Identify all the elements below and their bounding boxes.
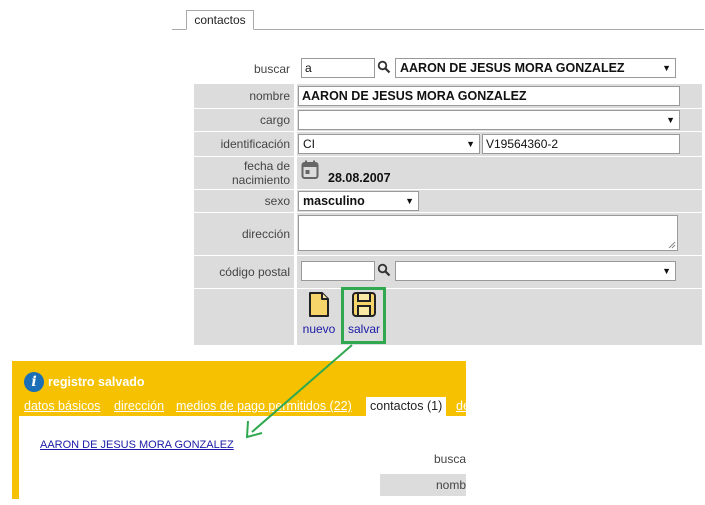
fecha-label-line1: fecha de [243, 159, 290, 173]
chevron-down-icon: ▼ [662, 266, 671, 276]
save-label: salvar [347, 322, 380, 336]
search-input[interactable]: a [301, 58, 375, 78]
tab-medios-de-pago[interactable]: medios de pago permitidos (22) [176, 399, 352, 413]
saved-message: registro salvado [48, 375, 145, 389]
id-number-input[interactable]: V19564360-2 [482, 134, 680, 154]
info-icon: i [24, 372, 44, 392]
fecha-label-line2: nacimiento [231, 173, 290, 187]
direccion-textarea[interactable] [298, 215, 678, 251]
codigo-postal-select[interactable]: ▼ [395, 261, 676, 281]
save-button[interactable]: salvar [344, 291, 384, 336]
panel-nombre-label: nomb [380, 474, 466, 496]
cargo-select[interactable]: ▼ [298, 110, 680, 130]
chevron-down-icon: ▼ [666, 115, 675, 125]
birth-date-value: 28.08.2007 [328, 171, 391, 185]
tab-direccion[interactable]: dirección [114, 399, 164, 413]
search-icon[interactable] [377, 263, 391, 277]
toolbar-label-cell [194, 289, 294, 345]
fecha-label: fecha de nacimiento [194, 157, 294, 189]
sexo-label: sexo [194, 190, 294, 212]
codigo-postal-input[interactable] [301, 261, 375, 281]
codigo-postal-label: código postal [194, 256, 294, 288]
nombre-input[interactable]: AARON DE JESUS MORA GONZALEZ [298, 86, 680, 106]
sexo-value: masculino [303, 194, 365, 208]
panel-buscar-label: busca [433, 452, 466, 466]
contact-search-value: AARON DE JESUS MORA GONZALEZ [400, 61, 625, 75]
new-label: nuevo [302, 322, 336, 336]
chevron-down-icon: ▼ [466, 139, 475, 149]
tab-contactos[interactable]: contactos [186, 10, 254, 30]
chevron-down-icon: ▼ [405, 196, 414, 206]
search-icon[interactable] [377, 60, 391, 74]
contact-link[interactable]: AARON DE JESUS MORA GONZALEZ [40, 439, 234, 451]
new-document-icon [309, 292, 329, 317]
tab-contactos-active[interactable]: contactos (1) [366, 397, 447, 416]
save-disk-icon [352, 292, 376, 317]
id-type-value: CI [303, 137, 315, 151]
resize-handle-icon[interactable] [668, 241, 676, 249]
tab-datos-basicos[interactable]: datos básicos [24, 399, 100, 413]
new-button[interactable]: nuevo [299, 291, 339, 336]
id-type-select[interactable]: CI ▼ [298, 134, 480, 154]
identificacion-label: identificación [194, 132, 294, 156]
buscar-label: buscar [253, 62, 290, 76]
tab-truncated[interactable]: de [456, 399, 470, 413]
sexo-select[interactable]: masculino ▼ [298, 191, 419, 211]
direccion-label: dirección [194, 213, 294, 255]
calendar-icon[interactable] [301, 160, 319, 180]
contact-search-select[interactable]: AARON DE JESUS MORA GONZALEZ ▼ [395, 58, 676, 78]
cargo-label: cargo [194, 109, 294, 131]
chevron-down-icon: ▼ [662, 63, 671, 73]
nombre-label: nombre [194, 84, 294, 108]
